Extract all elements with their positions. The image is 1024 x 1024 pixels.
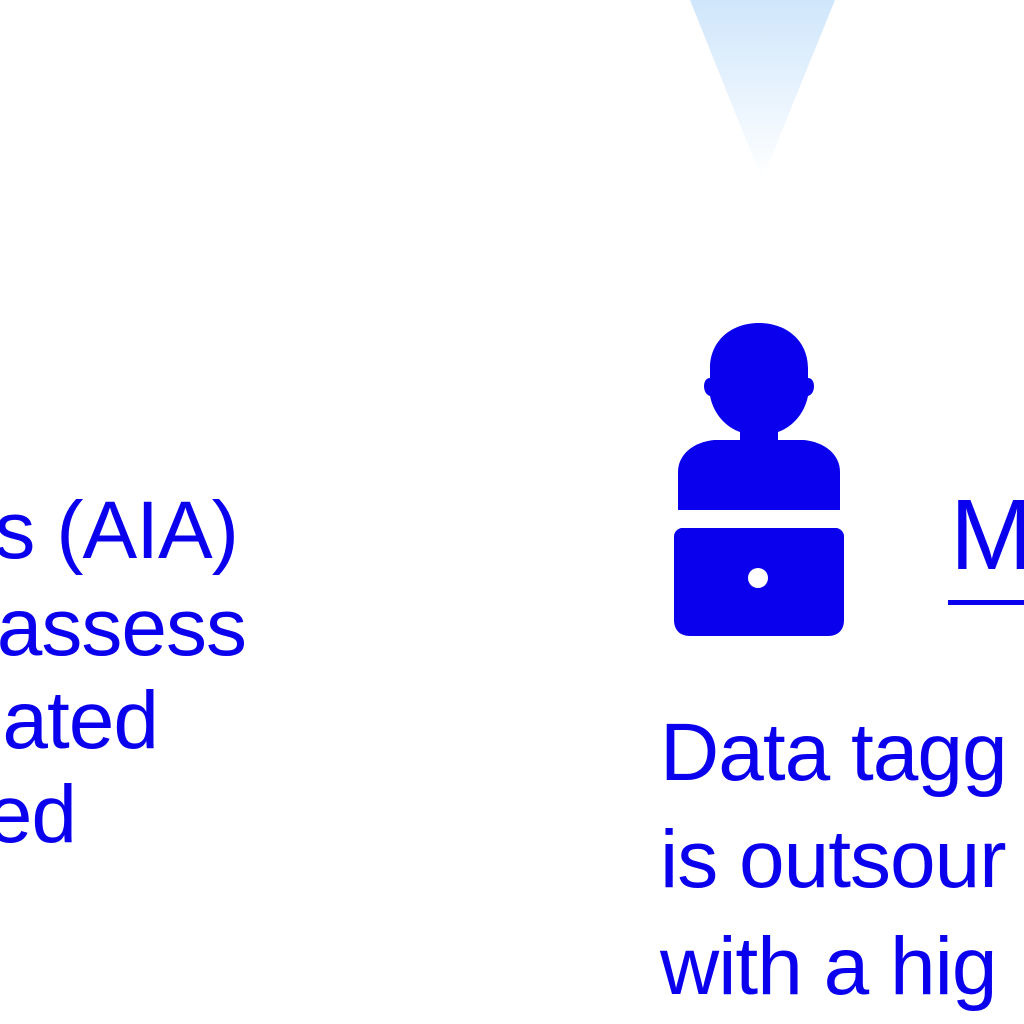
- left-text-line-2: assess: [0, 582, 247, 673]
- section-heading-link[interactable]: M: [950, 485, 1024, 585]
- left-text-line-1: s (AIA): [0, 485, 239, 576]
- left-column-text: s (AIA) assess ated ed: [0, 482, 300, 882]
- right-text-line-2: is outsour: [660, 814, 1007, 905]
- left-text-line-4: ed: [0, 769, 77, 860]
- heading-underline: [948, 600, 1024, 605]
- person-at-laptop-icon: [674, 323, 844, 636]
- right-text-line-1: Data tagg: [660, 712, 1008, 798]
- right-column-text: Data tagg is outsour with a hig: [660, 712, 1024, 1024]
- left-text-line-3: ated: [2, 675, 159, 766]
- funnel-icon: [690, 0, 835, 180]
- right-text-line-3: with a hig: [660, 921, 997, 1012]
